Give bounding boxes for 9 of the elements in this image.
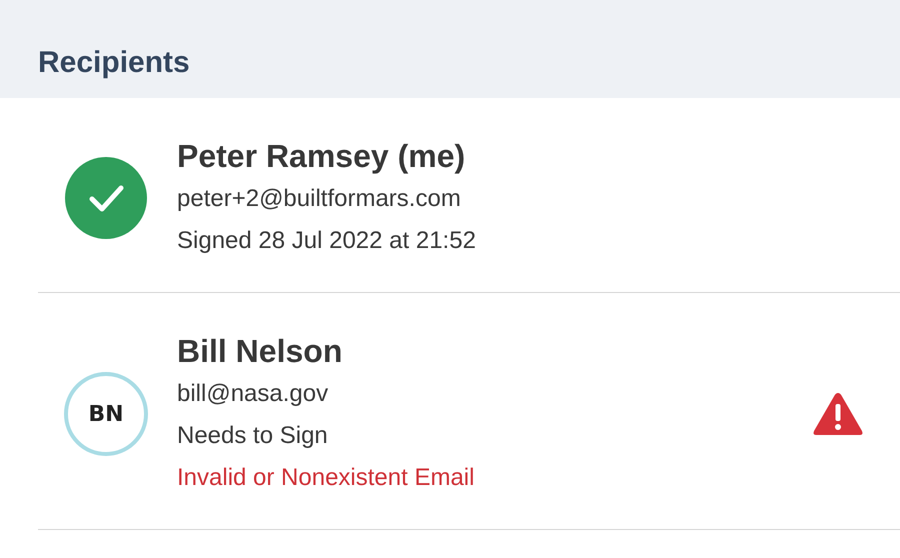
- signing-status: Needs to Sign: [177, 421, 329, 451]
- initials-avatar: BN: [64, 372, 148, 456]
- recipient-email: bill@nasa.gov: [177, 379, 330, 409]
- recipient-name: Bill Nelson: [177, 332, 344, 371]
- recipient-email: peter+2@builtformars.com: [177, 184, 462, 214]
- recipient-name: Peter Ramsey (me): [177, 137, 466, 176]
- error-message: Invalid or Nonexistent Email: [177, 463, 476, 493]
- section-title: Recipients: [38, 45, 190, 80]
- signing-status: Signed 28 Jul 2022 at 21:52: [177, 226, 477, 256]
